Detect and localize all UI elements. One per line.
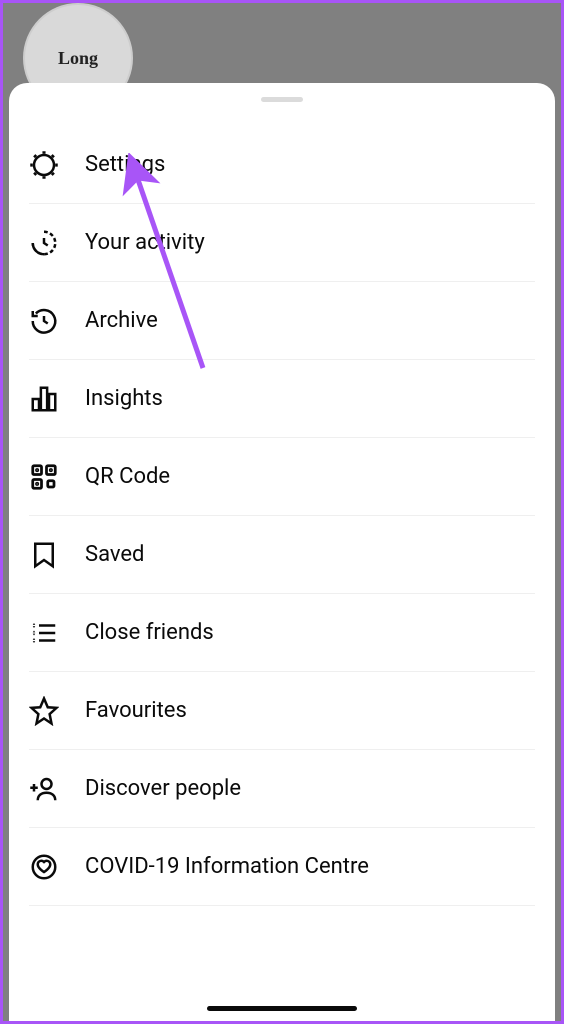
menu-item-discover-people[interactable]: Discover people — [29, 750, 535, 828]
menu-label: Your activity — [85, 230, 205, 255]
menu-label: Saved — [85, 542, 144, 567]
drag-handle[interactable] — [261, 97, 303, 102]
menu-label: Discover people — [85, 776, 241, 801]
menu-label: Insights — [85, 386, 163, 411]
menu-item-saved[interactable]: Saved — [29, 516, 535, 594]
star-icon — [29, 696, 85, 726]
gear-icon — [29, 150, 85, 180]
menu-label: Favourites — [85, 698, 187, 723]
bottom-sheet: Settings Your activity Archive — [9, 83, 555, 1021]
menu-item-activity[interactable]: Your activity — [29, 204, 535, 282]
avatar-label: Long — [58, 48, 98, 69]
menu-label: Settings — [85, 152, 165, 177]
home-indicator[interactable] — [207, 1006, 357, 1011]
add-person-icon — [29, 774, 85, 804]
bar-chart-icon — [29, 384, 85, 414]
history-icon — [29, 306, 85, 336]
menu-label: Close friends — [85, 620, 214, 645]
heart-badge-icon — [29, 852, 85, 882]
close-friends-list-icon — [29, 618, 85, 648]
qr-code-icon — [29, 462, 85, 492]
menu-label: QR Code — [85, 464, 170, 489]
menu-item-favourites[interactable]: Favourites — [29, 672, 535, 750]
menu-item-insights[interactable]: Insights — [29, 360, 535, 438]
menu-item-archive[interactable]: Archive — [29, 282, 535, 360]
bookmark-icon — [29, 540, 85, 570]
menu-item-settings[interactable]: Settings — [29, 126, 535, 204]
menu-label: COVID-19 Information Centre — [85, 854, 369, 879]
menu-item-qrcode[interactable]: QR Code — [29, 438, 535, 516]
menu-label: Archive — [85, 308, 158, 333]
menu-item-covid[interactable]: COVID-19 Information Centre — [29, 828, 535, 906]
menu-item-close-friends[interactable]: Close friends — [29, 594, 535, 672]
activity-clock-icon — [29, 228, 85, 258]
menu-list: Settings Your activity Archive — [9, 126, 555, 906]
